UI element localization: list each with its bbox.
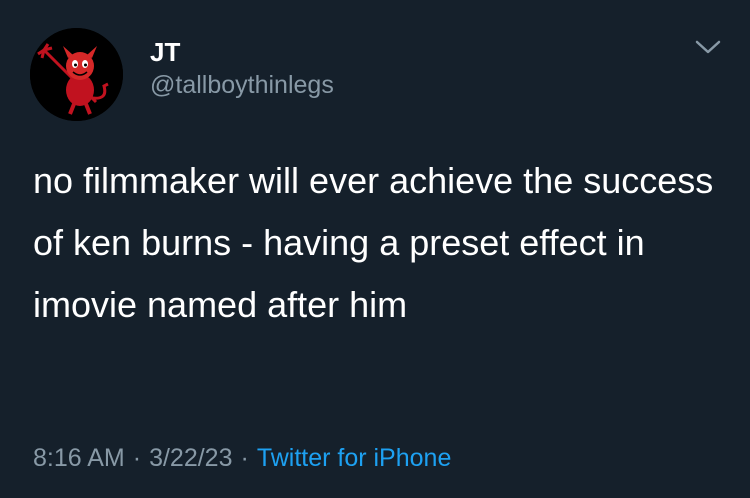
avatar[interactable]	[30, 28, 123, 121]
devil-avatar-icon	[30, 28, 123, 121]
tweet-time[interactable]: 8:16 AM	[33, 444, 125, 472]
separator: ·	[240, 444, 249, 472]
tweet-date[interactable]: 3/22/23	[149, 444, 232, 472]
user-handle[interactable]: @tallboythinlegs	[150, 70, 334, 100]
tweet-metadata: 8:16 AM · 3/22/23 · Twitter for iPhone	[33, 444, 451, 473]
author-names[interactable]: JT @tallboythinlegs	[150, 37, 334, 100]
tweet-menu-button[interactable]	[694, 36, 722, 58]
display-name[interactable]: JT	[150, 37, 334, 67]
chevron-down-icon	[695, 40, 721, 54]
separator: ·	[132, 444, 142, 472]
source-link[interactable]: Twitter for iPhone	[257, 444, 452, 472]
tweet-text: no filmmaker will ever achieve the succe…	[33, 160, 714, 325]
tweet-card: JT @tallboythinlegs no filmmaker will ev…	[0, 0, 750, 498]
